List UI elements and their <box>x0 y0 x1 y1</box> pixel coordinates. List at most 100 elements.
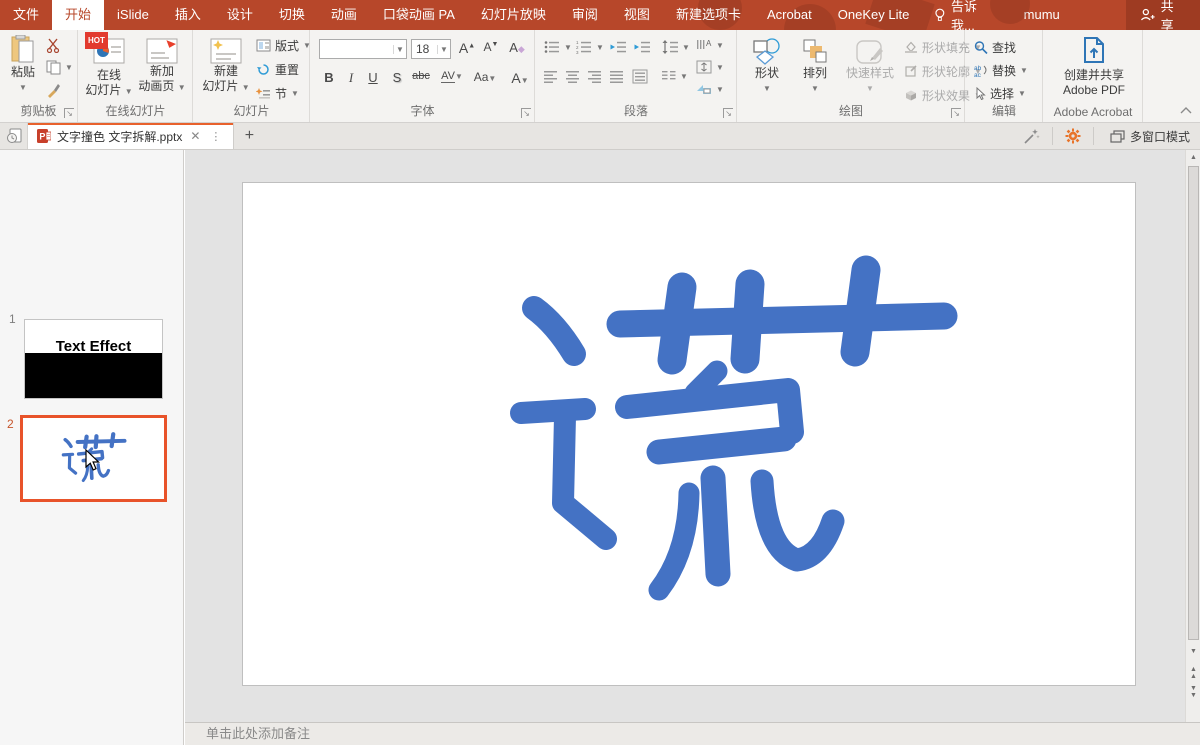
tell-me-box[interactable]: 告诉我... <box>922 0 1011 33</box>
group-label-acrobat: Adobe Acrobat <box>1053 105 1133 119</box>
format-painter-button[interactable] <box>46 83 61 98</box>
section-button[interactable]: 节 ▼ <box>256 85 299 102</box>
tab-animations[interactable]: 动画 <box>318 0 370 30</box>
recent-docs-button[interactable] <box>0 123 28 149</box>
font-dialog-launcher[interactable]: ↘ <box>521 108 531 118</box>
slide-thumbnail-panel: 1 Text Effect Text Effect 2 <box>0 150 184 745</box>
slide-1-thumbnail[interactable]: Text Effect Text Effect <box>24 319 163 399</box>
replace-icon: abac <box>974 65 987 77</box>
tab-view[interactable]: 视图 <box>611 0 663 30</box>
find-button[interactable]: 查找 <box>974 39 1016 56</box>
document-tab-active[interactable]: P 文字撞色 文字拆解.pptx ✕ ⋮ <box>28 123 235 149</box>
editing-canvas[interactable] <box>185 150 1185 722</box>
italic-button[interactable]: I <box>341 70 361 86</box>
clear-formatting-button[interactable]: A◆ <box>507 40 527 55</box>
tab-insert[interactable]: 插入 <box>162 0 214 30</box>
distribute-icon <box>632 69 648 84</box>
text-shadow-button[interactable]: S <box>387 70 407 85</box>
text-direction-button[interactable]: A ▼ <box>696 38 724 52</box>
bold-button[interactable]: B <box>319 70 339 85</box>
quick-styles-button[interactable]: 快速样式 ▼ <box>842 38 898 96</box>
tab-slideshow[interactable]: 幻灯片放映 <box>468 0 559 30</box>
notes-pane[interactable]: 单击此处添加备注 <box>185 722 1200 745</box>
tab-file[interactable]: 文件 <box>0 0 52 30</box>
columns-button[interactable]: ▼ <box>662 70 688 83</box>
online-slides-button[interactable]: HOT 在线 幻灯片 ▼ <box>85 32 133 99</box>
shrink-font-button[interactable]: A▼ <box>481 40 501 54</box>
replace-button[interactable]: ab ac 替换 ▼ <box>974 62 1028 79</box>
clipboard-dialog-launcher[interactable]: ↘ <box>64 108 74 118</box>
bullets-button[interactable]: ▼ <box>544 40 572 54</box>
convert-smartart-button[interactable]: ▼ <box>696 82 724 96</box>
decrease-indent-button[interactable] <box>610 40 626 54</box>
reset-label: 重置 <box>275 63 300 77</box>
copy-button[interactable]: ▼ <box>46 60 73 75</box>
reset-button[interactable]: 重置 <box>256 61 299 78</box>
increase-indent-button[interactable] <box>634 40 650 54</box>
shape-outline-label: 形状轮廓 <box>922 65 971 79</box>
underline-button[interactable]: U <box>363 70 383 85</box>
previous-slide-button[interactable]: ▲ ▲ <box>1187 666 1200 680</box>
font-size-combo[interactable]: 18 ▼ <box>411 39 451 59</box>
copy-dropdown-arrow: ▼ <box>65 63 73 72</box>
tab-transitions[interactable]: 切换 <box>266 0 318 30</box>
paste-button[interactable]: 粘贴 ▼ <box>4 35 42 95</box>
new-document-tab-button[interactable]: + <box>234 123 264 149</box>
distribute-button[interactable] <box>632 69 648 84</box>
scrollbar-thumb[interactable] <box>1188 166 1199 640</box>
quick-styles-icon <box>856 40 883 64</box>
settings-gear-icon[interactable] <box>1065 128 1081 144</box>
slide-2-number: 2 <box>7 417 14 431</box>
select-button[interactable]: 选择 ▼ <box>974 85 1026 102</box>
tab-acrobat[interactable]: Acrobat <box>754 0 825 30</box>
font-name-combo[interactable]: ▼ <box>319 39 407 59</box>
tab-home[interactable]: 开始 <box>52 0 105 30</box>
align-left-button[interactable] <box>544 70 558 83</box>
align-center-button[interactable] <box>566 70 580 83</box>
paragraph-dialog-launcher[interactable]: ↘ <box>723 108 733 118</box>
numbering-button[interactable]: 123 ▼ <box>576 40 604 54</box>
align-text-button[interactable]: ▼ <box>696 60 724 74</box>
document-tab-close-icon[interactable]: ✕ <box>188 129 202 143</box>
slide-editing-area[interactable] <box>242 182 1136 686</box>
align-right-button[interactable] <box>588 70 602 83</box>
multi-window-mode-button[interactable]: 多窗口模式 <box>1100 128 1200 145</box>
font-color-button[interactable]: A▼ <box>507 70 533 86</box>
tab-onekey-lite[interactable]: OneKey Lite <box>825 0 923 30</box>
tab-review[interactable]: 审阅 <box>559 0 611 30</box>
layout-button[interactable]: 版式 ▼ <box>256 37 311 54</box>
cut-button[interactable] <box>46 38 61 53</box>
new-animation-page-button[interactable]: 新加 动画页 ▼ <box>137 38 187 95</box>
paste-dropdown-arrow: ▼ <box>19 83 27 92</box>
create-pdf-button[interactable]: 创建并共享 Adobe PDF <box>1052 36 1136 98</box>
new-slide-button[interactable]: 新建 幻灯片 ▼ <box>202 38 250 95</box>
slide-1-number: 1 <box>9 312 16 326</box>
tab-design[interactable]: 设计 <box>214 0 266 30</box>
collapse-ribbon-chevron[interactable] <box>1180 106 1192 114</box>
character-spacing-button[interactable]: AV▼ <box>437 70 467 83</box>
svg-text:ac: ac <box>974 72 982 77</box>
shapes-button[interactable]: 形状 ▼ <box>746 38 788 96</box>
tab-islide[interactable]: iSlide <box>104 0 162 30</box>
drawing-dialog-launcher[interactable]: ↘ <box>951 108 961 118</box>
grow-font-button[interactable]: A▲ <box>457 40 477 56</box>
copy-icon <box>46 60 61 75</box>
change-case-button[interactable]: Aa▼ <box>471 70 499 84</box>
strikethrough-button[interactable]: abc <box>409 70 433 82</box>
scroll-down-button[interactable]: ▼ <box>1187 644 1200 659</box>
share-button[interactable]: 共享 <box>1126 0 1200 33</box>
next-slide-button[interactable]: ▼ ▼ <box>1187 685 1200 699</box>
tab-new-tab[interactable]: 新建选项卡 <box>663 0 754 30</box>
line-spacing-button[interactable]: ▼ <box>662 40 690 54</box>
font-size-dropdown[interactable]: ▼ <box>437 44 450 54</box>
document-tab-menu-icon[interactable]: ⋮ <box>208 130 224 143</box>
justify-button[interactable] <box>610 70 624 83</box>
slide-2-thumbnail-selected[interactable] <box>20 415 167 502</box>
user-name[interactable]: mumu mumuji... <box>1012 0 1126 52</box>
font-name-dropdown[interactable]: ▼ <box>393 44 406 54</box>
arrange-button[interactable]: 排列 ▼ <box>794 38 836 96</box>
tab-pocket-animation[interactable]: 口袋动画 PA <box>370 0 468 30</box>
magic-wand-icon[interactable] <box>1023 128 1040 145</box>
shape-effects-icon <box>906 90 916 101</box>
scroll-up-button[interactable]: ▲ <box>1187 150 1200 165</box>
